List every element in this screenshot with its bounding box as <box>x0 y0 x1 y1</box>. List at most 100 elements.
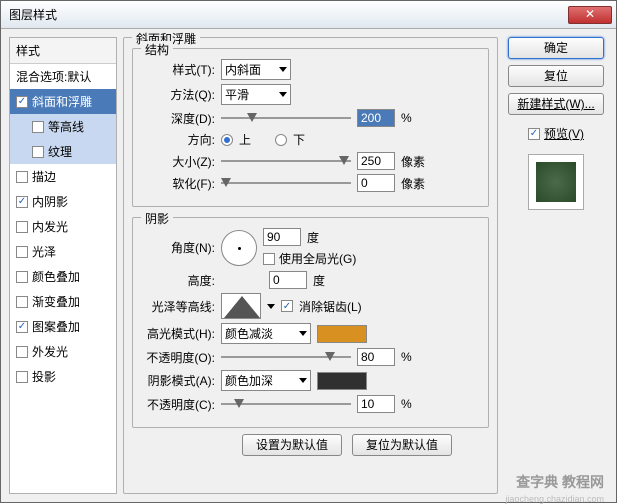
global-light-label: 使用全局光(G) <box>279 250 356 267</box>
highlight-mode-label: 高光模式(H): <box>141 325 215 342</box>
chevron-down-icon <box>299 378 307 383</box>
altitude-unit: 度 <box>313 272 325 289</box>
sidebar-checkbox[interactable] <box>32 121 44 133</box>
shading-legend: 阴影 <box>141 210 173 227</box>
altitude-label: 高度: <box>141 272 215 289</box>
soften-unit: 像素 <box>401 175 425 192</box>
sidebar-checkbox[interactable]: ✓ <box>16 321 28 333</box>
altitude-input[interactable]: 0 <box>269 271 307 289</box>
antialias-checkbox[interactable]: ✓ <box>281 300 293 312</box>
ok-button[interactable]: 确定 <box>508 37 604 59</box>
sidebar-item-11[interactable]: 投影 <box>10 364 116 389</box>
highlight-opacity-label: 不透明度(O): <box>141 349 215 366</box>
style-select[interactable]: 内斜面 <box>221 59 291 80</box>
sidebar-item-9[interactable]: ✓ 图案叠加 <box>10 314 116 339</box>
sidebar-item-label: 斜面和浮雕 <box>32 93 92 110</box>
depth-unit: % <box>401 111 412 125</box>
sidebar-item-10[interactable]: 外发光 <box>10 339 116 364</box>
global-light-checkbox[interactable] <box>263 253 275 265</box>
depth-input[interactable]: 200 <box>357 109 395 127</box>
chevron-down-icon <box>279 92 287 97</box>
sidebar-item-6[interactable]: 光泽 <box>10 239 116 264</box>
preview-label: 预览(V) <box>544 125 584 142</box>
chevron-down-icon <box>279 67 287 72</box>
highlight-opacity-input[interactable]: 80 <box>357 348 395 366</box>
shading-group: 阴影 角度(N): 90 度 使用全局光(G) <box>132 217 489 428</box>
sidebar-item-3[interactable]: 描边 <box>10 164 116 189</box>
sidebar-blend-options[interactable]: 混合选项:默认 <box>10 64 116 89</box>
shadow-opacity-label: 不透明度(C): <box>141 396 215 413</box>
direction-down-radio[interactable] <box>275 134 287 146</box>
sidebar-header: 样式 <box>10 38 116 64</box>
angle-unit: 度 <box>307 229 319 246</box>
shadow-opacity-slider[interactable] <box>221 397 351 411</box>
depth-label: 深度(D): <box>141 110 215 127</box>
sidebar-checkbox[interactable] <box>16 246 28 258</box>
size-unit: 像素 <box>401 153 425 170</box>
sidebar-item-4[interactable]: ✓ 内阴影 <box>10 189 116 214</box>
gloss-contour-label: 光泽等高线: <box>141 298 215 315</box>
sidebar-item-8[interactable]: 渐变叠加 <box>10 289 116 314</box>
shadow-color-swatch[interactable] <box>317 372 367 390</box>
sidebar-item-2[interactable]: 纹理 <box>10 139 116 164</box>
cancel-button[interactable]: 复位 <box>508 65 604 87</box>
method-label: 方法(Q): <box>141 86 215 103</box>
window-title: 图层样式 <box>5 6 568 23</box>
size-slider[interactable] <box>221 154 351 168</box>
soften-slider[interactable] <box>221 176 351 190</box>
style-label: 样式(T): <box>141 61 215 78</box>
close-button[interactable]: ✕ <box>568 6 612 24</box>
sidebar-checkbox[interactable] <box>16 296 28 308</box>
sidebar-checkbox[interactable] <box>16 346 28 358</box>
angle-input[interactable]: 90 <box>263 228 301 246</box>
sidebar-item-5[interactable]: 内发光 <box>10 214 116 239</box>
bevel-panel: 斜面和浮雕 结构 样式(T): 内斜面 方法(Q): 平滑 深度(D): 200 <box>123 37 498 494</box>
sidebar-checkbox[interactable] <box>16 221 28 233</box>
structure-legend: 结构 <box>141 41 173 58</box>
method-select[interactable]: 平滑 <box>221 84 291 105</box>
structure-group: 结构 样式(T): 内斜面 方法(Q): 平滑 深度(D): 200 % <box>132 48 489 207</box>
sidebar-item-label: 光泽 <box>32 243 56 260</box>
preview-checkbox[interactable]: ✓ <box>528 128 540 140</box>
sidebar-checkbox[interactable]: ✓ <box>16 196 28 208</box>
reset-default-button[interactable]: 复位为默认值 <box>352 434 452 456</box>
sidebar-checkbox[interactable] <box>16 371 28 383</box>
styles-sidebar: 样式 混合选项:默认 ✓ 斜面和浮雕等高线纹理描边 ✓ 内阴影内发光光泽颜色叠加渐变叠… <box>9 37 117 494</box>
direction-up-radio[interactable] <box>221 134 233 146</box>
gloss-contour-picker[interactable] <box>221 293 261 319</box>
contour-icon <box>222 294 261 319</box>
new-style-button[interactable]: 新建样式(W)... <box>508 93 604 115</box>
direction-label: 方向: <box>141 131 215 148</box>
size-label: 大小(Z): <box>141 153 215 170</box>
sidebar-item-1[interactable]: 等高线 <box>10 114 116 139</box>
depth-slider[interactable] <box>221 111 351 125</box>
soften-label: 软化(F): <box>141 175 215 192</box>
sidebar-checkbox[interactable] <box>16 271 28 283</box>
preview-thumbnail <box>536 162 576 202</box>
size-input[interactable]: 250 <box>357 152 395 170</box>
sidebar-checkbox[interactable] <box>16 171 28 183</box>
sidebar-item-label: 描边 <box>32 168 56 185</box>
chevron-down-icon <box>299 331 307 336</box>
soften-input[interactable]: 0 <box>357 174 395 192</box>
shadow-opacity-input[interactable]: 10 <box>357 395 395 413</box>
shadow-mode-select[interactable]: 颜色加深 <box>221 370 311 391</box>
antialias-label: 消除锯齿(L) <box>299 298 362 315</box>
sidebar-checkbox[interactable]: ✓ <box>16 96 28 108</box>
sidebar-item-7[interactable]: 颜色叠加 <box>10 264 116 289</box>
make-default-button[interactable]: 设置为默认值 <box>242 434 342 456</box>
sidebar-item-label: 投影 <box>32 368 56 385</box>
highlight-color-swatch[interactable] <box>317 325 367 343</box>
sidebar-item-label: 等高线 <box>48 118 84 135</box>
angle-dial[interactable] <box>221 230 257 266</box>
sidebar-item-label: 内发光 <box>32 218 68 235</box>
sidebar-item-label: 纹理 <box>48 143 72 160</box>
sidebar-item-0[interactable]: ✓ 斜面和浮雕 <box>10 89 116 114</box>
sidebar-checkbox[interactable] <box>32 146 44 158</box>
angle-label: 角度(N): <box>141 239 215 256</box>
highlight-opacity-slider[interactable] <box>221 350 351 364</box>
chevron-down-icon[interactable] <box>267 304 275 309</box>
highlight-mode-select[interactable]: 颜色减淡 <box>221 323 311 344</box>
sidebar-item-label: 内阴影 <box>32 193 68 210</box>
sidebar-item-label: 图案叠加 <box>32 318 80 335</box>
